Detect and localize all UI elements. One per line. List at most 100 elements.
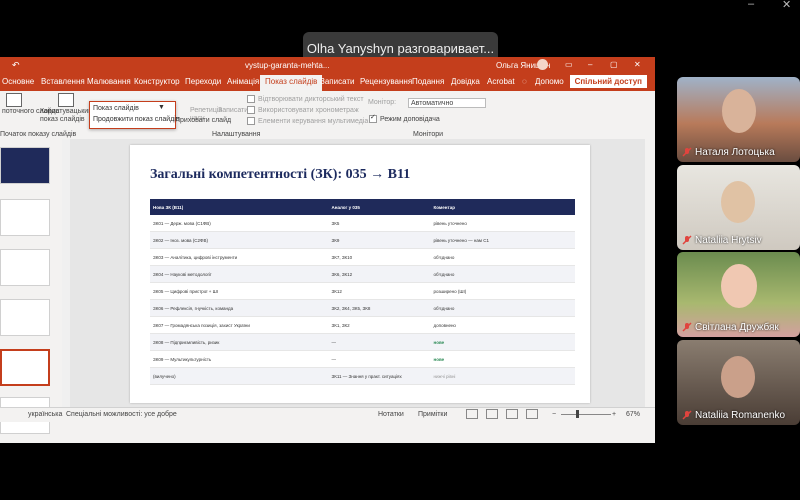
undo-icon[interactable]: ↶ (12, 60, 20, 71)
tab-view[interactable]: Подання (412, 77, 444, 86)
slide-thumbnail[interactable] (0, 199, 50, 236)
tab-review[interactable]: Рецензування (360, 77, 412, 86)
participant-video (721, 356, 755, 398)
table-cell: рівень уточнено (430, 215, 575, 232)
from-current-slide-icon[interactable] (6, 93, 22, 107)
table-cell: ЗК03 — Аналітика, цифрові інструменти (150, 248, 329, 266)
tab-home[interactable]: Основне (2, 77, 34, 86)
restore-icon[interactable]: ▢ (610, 60, 618, 69)
table-cell: ЗК07 — Громадянська позиція, захист Укра… (150, 316, 329, 334)
tab-record[interactable]: Записати (320, 77, 355, 86)
status-bar: українська Спеціальні можливості: усе до… (0, 407, 655, 422)
thumbnail-scrollbar[interactable] (62, 139, 70, 407)
slide-scrollbar[interactable] (645, 139, 655, 407)
accessibility-status[interactable]: Спеціальні можливості: усе добре (66, 411, 177, 418)
slide-sorter-icon[interactable] (486, 409, 498, 419)
window-controls: – ✕ (738, 0, 800, 14)
monitor-select[interactable]: Автоматично (408, 98, 486, 108)
table-cell: — (328, 333, 431, 351)
reading-view-icon[interactable] (506, 409, 518, 419)
media-controls-checkbox[interactable]: Елементи керування мультимедіа (247, 117, 368, 125)
table-row: ЗК07 — Громадянська позиція, захист Укра… (150, 316, 575, 334)
file-name: vystup-garanta-mehta... (245, 61, 330, 70)
table-cell: ЗК7, ЗК10 (328, 248, 431, 266)
slide-thumbnails (0, 139, 62, 434)
slide-title: Загальні компетентності (ЗК): 035 → В11 (150, 167, 411, 182)
participant-tile[interactable]: Nataliia Romanenko (677, 340, 800, 425)
table-row: (вилучено) ЗК11 — Знання у практ. ситуаці… (150, 367, 575, 385)
zoom-in-button[interactable]: + (612, 411, 616, 418)
ribbon-display-icon[interactable]: ▭ (565, 60, 573, 69)
participant-tile[interactable]: Світлана Дружбяк (677, 252, 800, 337)
ppt-title-bar: ↶ vystup-garanta-mehta... Ольга Янишин ▭… (0, 57, 655, 73)
participant-tile[interactable]: Nataliia Hrytsiv (677, 165, 800, 250)
chevron-down-icon[interactable]: ▼ (158, 104, 165, 111)
slide-thumbnail[interactable] (0, 249, 50, 286)
table-cell: об'єднано (430, 299, 575, 317)
participant-name: Nataliia Romanenko (695, 410, 786, 421)
zoom-slider-thumb[interactable] (576, 410, 579, 418)
table-cell: ЗК12 (328, 282, 431, 300)
slide-thumbnail-selected[interactable] (0, 349, 50, 386)
lightbulb-icon[interactable]: ◌ (522, 77, 527, 86)
menu-item-resume-slideshow[interactable]: Продовжити показ слайдів (93, 116, 180, 123)
minimize-icon[interactable]: – (588, 60, 592, 69)
participant-name: Світлана Дружбяк (695, 322, 779, 333)
tab-transitions[interactable]: Переходи (185, 77, 221, 86)
ribbon-tabs: Основне Вставлення Малювання Конструктор… (0, 73, 655, 91)
table-cell: ЗК2, ЗК4, ЗК5, ЗК8 (328, 299, 431, 317)
tab-insert[interactable]: Вставлення (41, 77, 85, 86)
slide-thumbnail[interactable] (0, 147, 50, 184)
table-row: ЗК04 — Наукові методології ЗК6, ЗК12 об'єд… (150, 265, 575, 283)
tab-slideshow[interactable]: Показ слайдів (260, 75, 323, 91)
mic-off-icon (682, 235, 692, 245)
slide-thumbnail[interactable] (0, 299, 50, 336)
column-header: Коментар (430, 199, 575, 215)
comments-button[interactable]: Примітки (418, 411, 447, 418)
competency-table: Нова ЗК (В11) Аналог у 035 Коментар ЗК01… (150, 199, 575, 385)
custom-show-button[interactable]: Користувацький показ слайдів (40, 108, 92, 124)
tab-animations[interactable]: Анімація (227, 77, 259, 86)
tab-draw[interactable]: Малювання (87, 77, 131, 86)
zoom-out-button[interactable]: − (552, 411, 556, 418)
table-cell: об'єднано (430, 265, 575, 283)
tab-design[interactable]: Конструктор (134, 77, 180, 86)
current-slide: Загальні компетентності (ЗК): 035 → В11 … (130, 145, 590, 403)
use-timings-checkbox[interactable]: Використовувати хронометраж (247, 106, 359, 114)
table-cell: ЗК08 — Підприємливість, ризик (150, 333, 329, 351)
table-cell: об'єднано (430, 248, 575, 266)
mic-off-icon (682, 410, 692, 420)
language-status[interactable]: українська (28, 411, 62, 418)
table-cell: ЗК09 — Мультикультурність (150, 350, 329, 368)
table-cell: нове (430, 333, 575, 351)
normal-view-icon[interactable] (466, 409, 478, 419)
table-cell: рівень уточнено — нам C1 (430, 231, 575, 249)
play-narrations-checkbox[interactable]: Відтворювати дикторський текст (247, 95, 364, 103)
participant-tile[interactable]: Наталя Лотоцька (677, 77, 800, 162)
tab-tell-me[interactable]: Допомо (535, 77, 564, 86)
participant-name: Наталя Лотоцька (695, 147, 775, 158)
table-cell: ЗК01 — Держ. мова (C1ФВ) (150, 215, 329, 232)
table-cell: ЗК5 (328, 215, 431, 232)
slideshow-view-icon[interactable] (526, 409, 538, 419)
notes-button[interactable]: Нотатки (378, 411, 404, 418)
table-cell: ЗК04 — Наукові методології (150, 265, 329, 283)
menu-item-slideshow[interactable]: Показ слайдів (93, 105, 139, 112)
close-button[interactable]: ✕ (782, 0, 791, 11)
zoom-level[interactable]: 67% (626, 411, 640, 418)
tab-acrobat[interactable]: Acrobat (487, 77, 515, 86)
zoom-slider[interactable] (561, 414, 611, 415)
custom-show-icon[interactable] (58, 93, 74, 107)
table-cell: доповнено (430, 316, 575, 334)
record-button[interactable]: Записати (218, 107, 248, 114)
close-icon[interactable]: ✕ (634, 60, 641, 69)
table-row: ЗК08 — Підприємливість, ризик — нове (150, 333, 575, 351)
table-cell: ЗК05 — Цифрові пристрої + ШІ (150, 282, 329, 300)
presenter-view-checkbox[interactable]: Режим доповідача (369, 113, 440, 123)
tab-help[interactable]: Довідка (451, 77, 480, 86)
share-button[interactable]: Спільний доступ (569, 75, 647, 88)
minimize-button[interactable]: – (748, 0, 754, 10)
hide-slide-button[interactable]: Приховати слайд (175, 117, 231, 124)
avatar[interactable] (537, 59, 548, 70)
group-monitors-label: Монітори (413, 131, 444, 138)
